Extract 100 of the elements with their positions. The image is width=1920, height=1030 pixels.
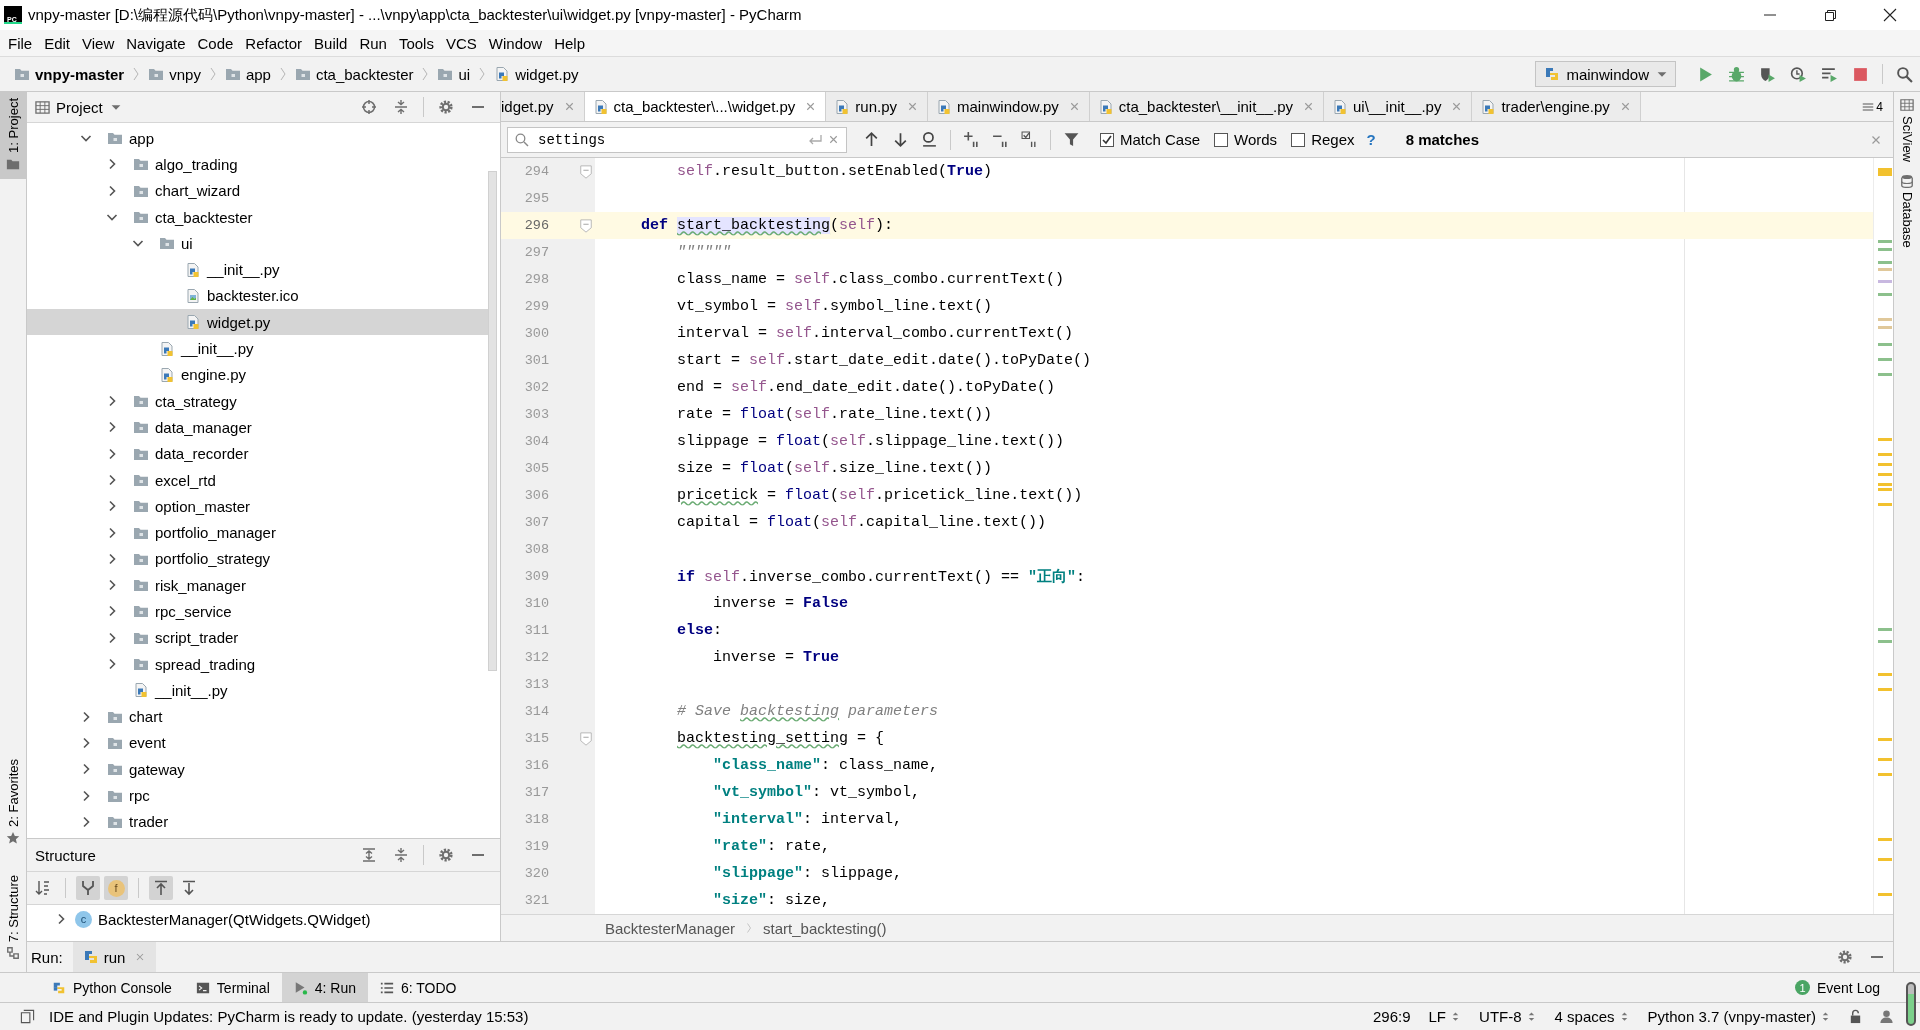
- editor-tab[interactable]: ui\__init__.py: [1324, 92, 1473, 121]
- toggle-button[interactable]: [149, 876, 173, 900]
- tool-window-tab[interactable]: Terminal: [183, 973, 282, 1002]
- collapse-all-icon[interactable]: [393, 99, 409, 115]
- editor-tab[interactable]: trader\engine.py: [1472, 92, 1641, 121]
- toggle-button[interactable]: [76, 876, 100, 900]
- editor-tab[interactable]: mainwindow.py: [928, 92, 1090, 121]
- tree-item[interactable]: script_trader: [27, 624, 488, 651]
- status-item[interactable]: Python 3.7 (vnpy-master): [1647, 1008, 1831, 1025]
- menu-item[interactable]: Edit: [38, 32, 77, 54]
- tool-window-tab[interactable]: 4: Run: [281, 973, 368, 1002]
- tree-item[interactable]: gateway: [27, 756, 488, 783]
- tree-item[interactable]: risk_manager: [27, 572, 488, 599]
- run-icon[interactable]: [1697, 65, 1714, 83]
- previous-match-icon[interactable]: [863, 131, 880, 148]
- tree-item[interactable]: data_manager: [27, 414, 488, 441]
- bug-icon[interactable]: [1728, 65, 1745, 83]
- help-link[interactable]: ?: [1366, 131, 1376, 148]
- run-config-dropdown[interactable]: mainwindow: [1535, 61, 1676, 87]
- checkbox-label[interactable]: Regex: [1311, 131, 1355, 148]
- person-icon[interactable]: [1879, 1009, 1894, 1024]
- search-icon[interactable]: [1896, 65, 1913, 83]
- panel-title-dropdown[interactable]: Project: [35, 98, 123, 116]
- tree-item[interactable]: option_master: [27, 493, 488, 520]
- tree-item[interactable]: portfolio_manager: [27, 519, 488, 546]
- breadcrumb-item[interactable]: ui: [435, 65, 473, 83]
- tool-window-tab[interactable]: 2: Favorites: [0, 752, 26, 853]
- tree-item[interactable]: engine.py: [27, 361, 488, 388]
- checkbox-label[interactable]: Match Case: [1120, 131, 1201, 148]
- tree-item[interactable]: chart: [27, 703, 488, 730]
- editor-tab[interactable]: idget.py: [501, 92, 585, 121]
- menu-item[interactable]: Window: [482, 32, 549, 54]
- tool-window-tab[interactable]: 6: TODO: [368, 973, 469, 1002]
- tool-window-tab[interactable]: Python Console: [40, 973, 184, 1002]
- breadcrumb-item[interactable]: app: [222, 65, 273, 83]
- fold-marker-icon[interactable]: [579, 731, 593, 746]
- checkbox[interactable]: [1100, 132, 1114, 147]
- add-occurrence-icon[interactable]: [963, 131, 980, 148]
- tool-window-tab[interactable]: 1: Project: [0, 92, 26, 179]
- status-item[interactable]: LF: [1428, 1008, 1462, 1025]
- clock-play-icon[interactable]: [1790, 65, 1807, 83]
- menu-item[interactable]: Navigate: [120, 32, 192, 54]
- editor-tab[interactable]: cta_backtester\...\widget.py: [584, 92, 827, 121]
- restore-icon[interactable]: [1822, 7, 1838, 23]
- close-icon[interactable]: [1882, 7, 1898, 23]
- stop-icon[interactable]: [1852, 65, 1869, 83]
- tree-item[interactable]: app: [27, 125, 488, 152]
- menu-item[interactable]: Run: [353, 32, 393, 54]
- event-log-button[interactable]: 1 Event Log: [1794, 973, 1920, 1002]
- breadcrumb-item[interactable]: widget.py: [492, 65, 581, 83]
- tool-window-tab[interactable]: Database: [1894, 168, 1920, 254]
- clear-icon[interactable]: [827, 133, 840, 146]
- tree-item[interactable]: __init__.py: [27, 677, 488, 704]
- tool-window-tab[interactable]: SciView: [1894, 92, 1920, 168]
- lock-icon[interactable]: [1848, 1009, 1863, 1024]
- breadcrumb-item[interactable]: vnpy: [146, 65, 203, 83]
- menu-item[interactable]: Tools: [392, 32, 440, 54]
- tree-item[interactable]: portfolio_strategy: [27, 545, 488, 573]
- menu-item[interactable]: View: [76, 32, 121, 54]
- tool-window-tab[interactable]: 7: Structure: [0, 868, 26, 968]
- shield-play-icon[interactable]: [1759, 65, 1776, 83]
- breadcrumb-item[interactable]: start_backtesting(): [763, 919, 887, 937]
- settings-icon[interactable]: [438, 99, 454, 115]
- menu-item[interactable]: File: [2, 32, 39, 54]
- tree-item[interactable]: excel_rtd: [27, 466, 488, 494]
- editor-tab[interactable]: run.py: [826, 92, 928, 121]
- tree-item[interactable]: chart_wizard: [27, 177, 488, 204]
- tree-item[interactable]: event: [27, 729, 488, 757]
- expand-all-icon[interactable]: [361, 847, 377, 863]
- filter-icon[interactable]: [1063, 131, 1080, 148]
- tree-item[interactable]: trader: [27, 808, 488, 835]
- settings-icon[interactable]: [1837, 949, 1853, 965]
- fold-marker-icon[interactable]: [579, 164, 593, 179]
- search-field[interactable]: settings: [507, 126, 847, 153]
- tree-item[interactable]: algo_trading: [27, 151, 488, 178]
- menu-item[interactable]: Code: [191, 32, 240, 54]
- tool-windows-icon[interactable]: [20, 1009, 35, 1024]
- select-occurrences-icon[interactable]: [1021, 131, 1038, 148]
- scrollbar-thumb[interactable]: [488, 171, 497, 671]
- breadcrumb-item[interactable]: cta_backtester: [292, 65, 416, 83]
- memory-indicator[interactable]: [1906, 982, 1916, 1026]
- tree-item[interactable]: backtester.ico: [27, 282, 488, 310]
- checkbox-label[interactable]: Words: [1234, 131, 1278, 148]
- tree-item[interactable]: cta_backtester: [27, 203, 488, 231]
- list-play-icon[interactable]: [1821, 65, 1838, 83]
- settings-icon[interactable]: [438, 847, 454, 863]
- breadcrumb-item[interactable]: vnpy-master: [12, 65, 127, 83]
- fields-toggle-button[interactable]: f: [104, 876, 128, 900]
- tree-item[interactable]: cta_strategy: [27, 387, 488, 415]
- tree-item[interactable]: spread_trading: [27, 650, 488, 678]
- menu-item[interactable]: Refactor: [239, 32, 309, 54]
- tree-item[interactable]: rpc_service: [27, 598, 488, 625]
- next-match-icon[interactable]: [892, 131, 909, 148]
- tab-list-button[interactable]: 4: [1852, 92, 1893, 121]
- tree-item[interactable]: __init__.py: [27, 256, 488, 283]
- checkbox[interactable]: [1214, 132, 1229, 147]
- menu-item[interactable]: Build: [308, 32, 354, 54]
- status-item[interactable]: 296:9: [1373, 1008, 1411, 1025]
- find-all-icon[interactable]: [921, 131, 938, 148]
- tree-item[interactable]: widget.py: [27, 309, 488, 336]
